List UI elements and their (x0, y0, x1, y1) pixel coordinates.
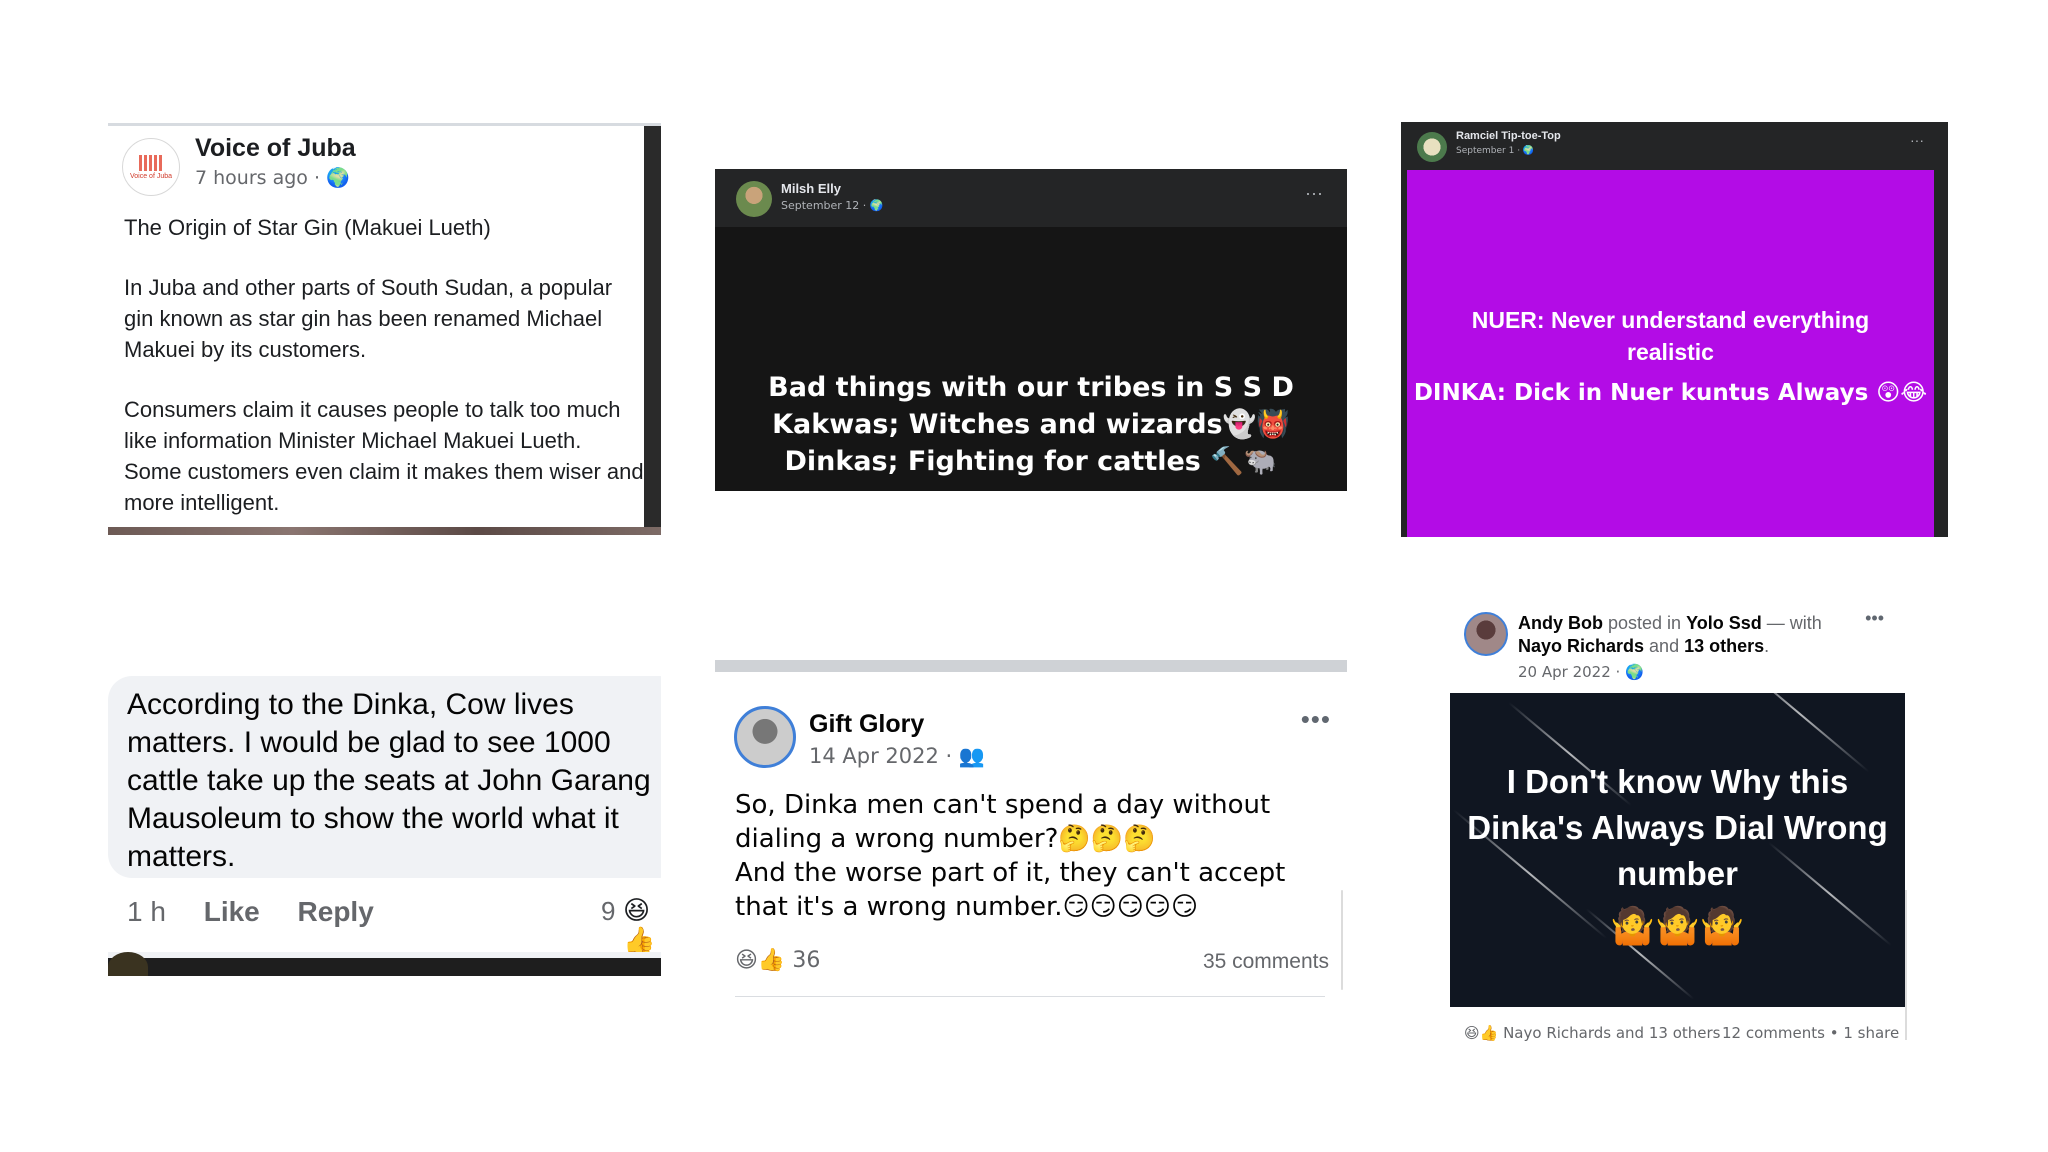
andy-bob-post: Andy Bob posted in Yolo Ssd — with Nayo … (1450, 600, 1910, 1060)
reaction-summary[interactable]: 😆👍 Nayo Richards and 13 others (1464, 1024, 1720, 1042)
scrollbar[interactable] (1905, 890, 1907, 1040)
post-timestamp[interactable]: September 12 · 🌍 (781, 199, 883, 212)
post-line: And the worse part of it, they can't acc… (735, 858, 1286, 922)
post-text: Bad things with our tribes in S S D Kakw… (715, 369, 1347, 480)
tagged-others[interactable]: 13 others (1684, 636, 1764, 656)
post-line: So, Dinka men can't spend a day without … (735, 790, 1271, 854)
post-timestamp[interactable]: 20 Apr 2022 · 🌍 (1518, 663, 1644, 681)
page-avatar[interactable]: Voice of Juba (122, 138, 180, 196)
screenshot-edge (108, 527, 661, 535)
more-options-icon[interactable]: ··· (1305, 183, 1323, 204)
engagement-counts[interactable]: 12 comments • 1 share (1722, 1024, 1899, 1042)
comments-count[interactable]: 35 comments (1203, 950, 1329, 974)
reply-button[interactable]: Reply (298, 896, 374, 927)
screenshot-edge (108, 952, 661, 976)
post-line: Bad things with our tribes in S S D (768, 372, 1294, 403)
screenshot-edge (715, 660, 1347, 672)
more-options-icon[interactable]: ••• (1301, 704, 1331, 735)
comment-time[interactable]: 1 h (127, 896, 166, 927)
post-line: Dinkas; Fighting for cattles 🔨🐃 (784, 446, 1278, 477)
and-text: and (1644, 636, 1685, 656)
comment-bubble: According to the Dinka, Cow lives matter… (108, 676, 661, 878)
author-name[interactable]: Gift Glory (809, 710, 924, 739)
shrug-icons: 🤷🤷🤷 (1610, 906, 1745, 947)
post-line: DINKA: Dick in Nuer kuntus Always 😲😂 (1413, 380, 1928, 406)
post-background: NUER: Never understand everything realis… (1407, 170, 1934, 537)
post-title: The Origin of Star Gin (Makuei Lueth) (124, 215, 491, 240)
tagged-user[interactable]: Nayo Richards (1518, 636, 1644, 656)
post-body: The Origin of Star Gin (Makuei Lueth) In… (124, 212, 644, 535)
post-timestamp[interactable]: 7 hours ago · 🌍 (195, 166, 350, 189)
like-button[interactable]: Like (204, 896, 260, 927)
more-options-icon[interactable]: ••• (1865, 608, 1884, 629)
logo-icon (139, 154, 163, 171)
avatar[interactable] (1417, 132, 1447, 162)
reaction-count[interactable]: 9 (601, 896, 615, 927)
post-image[interactable]: I Don't know Why this Dinka's Always Dia… (1450, 693, 1905, 1007)
post-footer: 😆👍 Nayo Richards and 13 others 12 commen… (1464, 1024, 1899, 1042)
screenshot-edge (644, 126, 661, 535)
milsh-elly-post: Milsh Elly September 12 · 🌍 ··· Bad thin… (715, 169, 1347, 491)
posted-in-text: posted in (1603, 613, 1687, 633)
author-name[interactable]: Milsh Elly (781, 181, 841, 196)
post-line: NUER: Never understand everything realis… (1471, 307, 1870, 365)
avatar[interactable] (734, 706, 796, 768)
scrollbar[interactable] (1341, 890, 1343, 990)
avatar[interactable] (736, 181, 772, 217)
author-name[interactable]: Andy Bob (1518, 613, 1603, 633)
image-caption: I Don't know Why this Dinka's Always Dia… (1467, 763, 1888, 892)
avatar-logo-text: Voice of Juba (129, 172, 173, 180)
group-name[interactable]: Yolo Ssd (1686, 613, 1762, 633)
comment-card: According to the Dinka, Cow lives matter… (108, 676, 661, 976)
ramciel-post: Ramciel Tip-toe-Top September 1 · 🌍 ··· … (1401, 122, 1948, 537)
comment-text: According to the Dinka, Cow lives matter… (127, 688, 651, 873)
post-paragraph: In Juba and other parts of South Sudan, … (124, 275, 613, 362)
reaction-icons[interactable]: 😆👍 (623, 896, 661, 956)
more-options-icon[interactable]: ··· (1910, 132, 1924, 148)
comment-actions: 1 h Like Reply (127, 896, 404, 928)
post-line: Kakwas; Witches and wizards👻👹 (772, 409, 1290, 440)
post-timestamp[interactable]: 14 Apr 2022 · 👥 (809, 744, 985, 769)
post-header-text: Andy Bob posted in Yolo Ssd — with Nayo … (1518, 613, 1822, 656)
post-body: So, Dinka men can't spend a day without … (735, 788, 1335, 924)
post-paragraph: Consumers claim it causes people to talk… (124, 397, 644, 515)
avatar[interactable] (1464, 612, 1508, 656)
with-text: — with (1761, 613, 1822, 633)
avatar (108, 952, 148, 976)
post-timestamp[interactable]: September 1 · 🌍 (1456, 146, 1534, 156)
author-name[interactable]: Ramciel Tip-toe-Top (1456, 130, 1561, 142)
voice-of-juba-post: Voice of Juba Voice of Juba 7 hours ago … (108, 123, 661, 535)
reaction-summary[interactable]: 😆👍 36 (735, 948, 820, 973)
gift-glory-post: Gift Glory 14 Apr 2022 · 👥 ••• So, Dinka… (715, 660, 1347, 1000)
post-header: Milsh Elly September 12 · 🌍 ··· (715, 169, 1347, 227)
divider (735, 996, 1325, 997)
author-name[interactable]: Voice of Juba (195, 134, 356, 163)
